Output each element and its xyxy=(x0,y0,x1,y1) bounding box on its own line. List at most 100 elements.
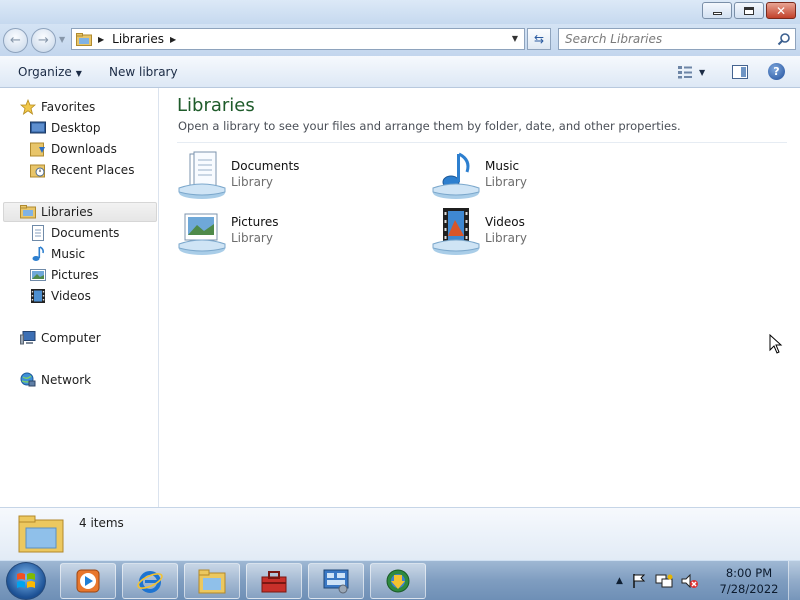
nav-item-pictures[interactable]: Pictures xyxy=(30,265,99,285)
nav-computer[interactable]: Computer xyxy=(20,328,101,348)
address-bar[interactable]: ▶ Libraries ▶ ▼ xyxy=(71,28,525,50)
nav-item-videos[interactable]: Videos xyxy=(30,286,91,306)
breadcrumb-chevron-icon[interactable]: ▶ xyxy=(170,35,176,44)
restore-icon xyxy=(744,6,754,15)
nav-favorites[interactable]: Favorites xyxy=(20,97,95,117)
library-tile-documents[interactable]: Documents Library xyxy=(177,150,417,202)
downloads-icon xyxy=(30,142,45,157)
desktop-icon xyxy=(30,121,46,134)
close-icon: ✕ xyxy=(775,3,787,18)
library-name: Videos xyxy=(485,215,525,229)
nav-item-label: Videos xyxy=(51,289,91,303)
taskbar-control-panel[interactable] xyxy=(308,563,364,599)
view-options-icon xyxy=(678,66,692,79)
title-bar[interactable]: ✕ xyxy=(0,0,800,24)
change-view-button[interactable]: ▼ xyxy=(677,65,717,79)
music-library-icon xyxy=(432,152,480,199)
organize-menu[interactable]: Organize ▼ xyxy=(18,65,82,79)
taskbar: ▲ 8:00 PM 7/28/2022 xyxy=(0,560,800,600)
organize-label: Organize xyxy=(18,65,72,79)
action-center-flag-icon[interactable] xyxy=(631,573,647,589)
clock-time: 8:00 PM xyxy=(725,566,773,580)
nav-libraries-label: Libraries xyxy=(41,205,93,219)
library-type: Library xyxy=(485,175,527,189)
nav-item-label: Pictures xyxy=(51,268,99,282)
nav-item-documents[interactable]: Documents xyxy=(30,223,119,243)
videos-library-icon xyxy=(432,208,480,255)
close-button[interactable]: ✕ xyxy=(766,2,796,19)
network-icon xyxy=(20,372,36,387)
maximize-button[interactable] xyxy=(734,2,764,19)
address-history-dropdown[interactable]: ▼ xyxy=(512,34,518,43)
nav-favorites-label: Favorites xyxy=(41,100,96,114)
windows-logo-icon xyxy=(17,573,35,588)
nav-item-recent-places[interactable]: Recent Places xyxy=(30,160,134,180)
minimize-button[interactable] xyxy=(702,2,732,19)
taskbar-internet-explorer[interactable] xyxy=(122,563,178,599)
pictures-icon xyxy=(30,269,46,281)
address-row: ← → ▼ ▶ Libraries ▶ ▼ ⇆ xyxy=(0,24,800,56)
library-name: Documents xyxy=(231,159,300,173)
show-desktop-button[interactable] xyxy=(788,561,800,600)
control-panel-icon xyxy=(323,569,349,594)
help-button[interactable]: ? xyxy=(768,63,785,80)
taskbar-windows-explorer[interactable] xyxy=(184,563,240,599)
nav-item-label: Music xyxy=(51,247,86,261)
refresh-button[interactable]: ⇆ xyxy=(527,28,551,50)
forward-button[interactable]: → xyxy=(31,28,56,53)
recent-pages-dropdown[interactable]: ▼ xyxy=(59,35,65,44)
nav-item-label: Recent Places xyxy=(51,163,135,177)
library-type: Library xyxy=(231,175,273,189)
back-button[interactable]: ← xyxy=(3,28,28,53)
nav-item-label: Documents xyxy=(51,226,120,240)
library-name: Pictures xyxy=(231,215,279,229)
library-tile-music[interactable]: Music Library xyxy=(431,150,671,202)
volume-muted-icon[interactable] xyxy=(681,573,699,589)
caption-buttons: ✕ xyxy=(702,2,796,19)
library-tile-pictures[interactable]: Pictures Library xyxy=(177,206,417,258)
view-dropdown-icon: ▼ xyxy=(699,67,706,77)
taskbar-media-player[interactable] xyxy=(60,563,116,599)
start-button[interactable] xyxy=(6,562,46,600)
nav-network-label: Network xyxy=(41,373,92,387)
show-hidden-icons-button[interactable]: ▲ xyxy=(616,576,623,586)
library-name: Music xyxy=(485,159,520,173)
nav-item-desktop[interactable]: Desktop xyxy=(30,118,101,138)
nav-item-music[interactable]: Music xyxy=(30,244,85,264)
preview-pane-button[interactable] xyxy=(732,65,748,79)
search-box[interactable] xyxy=(558,28,796,50)
library-tile-videos[interactable]: Videos Library xyxy=(431,206,671,258)
taskbar-download-manager[interactable] xyxy=(370,563,426,599)
page-title: Libraries xyxy=(177,95,255,116)
music-icon xyxy=(32,246,44,261)
page-subtitle: Open a library to see your files and arr… xyxy=(178,119,681,133)
taskbar-clock[interactable]: 8:00 PM 7/28/2022 xyxy=(716,565,782,597)
divider xyxy=(177,142,787,143)
library-type: Library xyxy=(485,231,527,245)
nav-libraries[interactable]: Libraries xyxy=(3,202,157,222)
nav-item-label: Desktop xyxy=(51,121,101,135)
details-pane: 4 items xyxy=(0,507,800,560)
navigation-pane: Favorites Desktop Downloads Recent Place… xyxy=(0,88,159,507)
taskbar-toolbox[interactable] xyxy=(246,563,302,599)
toolbox-icon xyxy=(261,571,287,593)
download-manager-icon xyxy=(386,569,410,593)
search-input[interactable] xyxy=(565,29,775,49)
computer-icon xyxy=(20,331,36,345)
recent-places-icon xyxy=(30,164,45,178)
content-pane: Libraries Open a library to see your fil… xyxy=(160,88,800,507)
nav-network[interactable]: Network xyxy=(20,370,91,390)
nav-item-downloads[interactable]: Downloads xyxy=(30,139,117,159)
minimize-icon xyxy=(712,11,722,15)
clock-date: 7/28/2022 xyxy=(719,582,779,596)
breadcrumb-libraries[interactable]: Libraries xyxy=(112,32,164,46)
network-status-icon[interactable] xyxy=(655,573,673,589)
new-library-button[interactable]: New library xyxy=(109,65,178,79)
videos-icon xyxy=(31,289,45,303)
pictures-library-icon xyxy=(178,213,226,255)
forward-arrow-icon: → xyxy=(38,33,49,48)
libraries-folder-large-icon xyxy=(18,515,64,553)
nav-item-label: Downloads xyxy=(51,142,117,156)
search-icon[interactable] xyxy=(777,32,791,46)
breadcrumb-separator-icon[interactable]: ▶ xyxy=(98,35,104,44)
